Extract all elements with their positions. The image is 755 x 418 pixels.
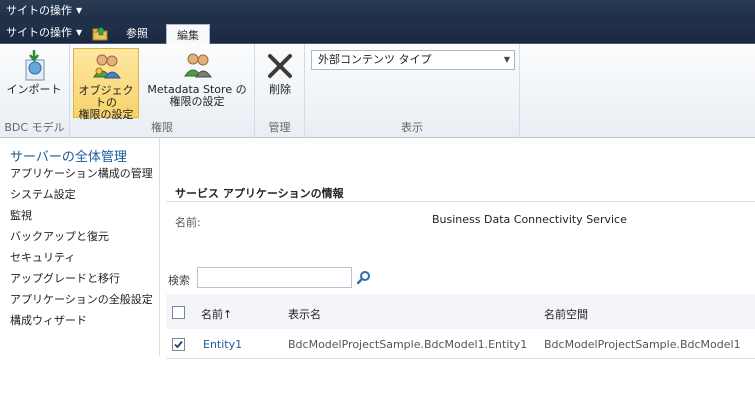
section-divider bbox=[166, 201, 755, 202]
quick-launch-list: アプリケーション構成の管理 システム設定 監視 バックアップと復元 セキュリティ… bbox=[10, 167, 153, 335]
view-dropdown-value: 外部コンテンツ タイプ bbox=[318, 53, 432, 66]
users-green-icon bbox=[184, 53, 212, 78]
delete-button[interactable]: 削除 bbox=[261, 48, 299, 118]
search-label: 検索 bbox=[168, 274, 190, 287]
quick-launch: サーバーの全体管理 アプリケーション構成の管理 システム設定 監視 バックアップ… bbox=[0, 138, 160, 356]
site-actions-menu[interactable]: サイトの操作 ▼ bbox=[6, 2, 82, 20]
site-actions-label: サイトの操作 bbox=[6, 4, 72, 17]
table-row[interactable]: Entity1 BdcModelProjectSample.BdcModel1.… bbox=[166, 329, 755, 359]
import-button[interactable]: インポート bbox=[4, 48, 64, 118]
main-content: サービス アプリケーションの情報 名前: Business Data Conne… bbox=[166, 138, 755, 418]
nav-item-system-settings[interactable]: システム設定 bbox=[10, 188, 153, 209]
nav-item-application-management[interactable]: アプリケーション構成の管理 bbox=[10, 167, 153, 188]
group-label-view: 表示 bbox=[401, 121, 423, 134]
column-name[interactable]: 名前↑ bbox=[201, 306, 232, 322]
search-input[interactable] bbox=[197, 267, 352, 288]
column-display-name[interactable]: 表示名 bbox=[288, 306, 321, 322]
nav-item-monitoring[interactable]: 監視 bbox=[10, 209, 153, 230]
table-header: 名前↑ 表示名 名前空間 bbox=[166, 294, 755, 329]
nav-item-security[interactable]: セキュリティ bbox=[10, 251, 153, 272]
ribbon: インポート BDC モデル オブジェクトの 権限の設定 Metadata Sto… bbox=[0, 44, 755, 138]
delete-x-icon bbox=[268, 54, 292, 78]
nav-item-backup-restore[interactable]: バックアップと復元 bbox=[10, 230, 153, 251]
row-checkbox[interactable] bbox=[172, 338, 185, 351]
chevron-down-icon: ▼ bbox=[76, 28, 83, 37]
site-actions-tab-label: サイトの操作 bbox=[6, 26, 72, 39]
users-key-icon bbox=[93, 54, 121, 79]
name-label: 名前: bbox=[175, 216, 201, 229]
select-all-checkbox[interactable] bbox=[172, 306, 185, 319]
site-actions-button[interactable]: サイトの操作 ▼ bbox=[6, 24, 82, 42]
nav-item-upgrade-migration[interactable]: アップグレードと移行 bbox=[10, 272, 153, 293]
set-object-permissions-button[interactable]: オブジェクトの 権限の設定 bbox=[73, 48, 139, 121]
view-dropdown[interactable]: 外部コンテンツ タイプ ▼ bbox=[311, 50, 515, 70]
group-manage: 削除 管理 bbox=[255, 44, 305, 138]
column-namespace[interactable]: 名前空間 bbox=[544, 306, 588, 322]
metadata-perm-line2: 権限の設定 bbox=[169, 95, 225, 108]
group-bdc-model: インポート BDC モデル bbox=[0, 44, 70, 138]
checkmark-icon bbox=[174, 340, 183, 349]
section-title: サービス アプリケーションの情報 bbox=[175, 187, 344, 200]
central-admin-link[interactable]: サーバーの全体管理 bbox=[10, 146, 127, 165]
group-label-bdc-model: BDC モデル bbox=[4, 121, 65, 134]
chevron-down-icon: ▼ bbox=[76, 6, 83, 15]
row-namespace: BdcModelProjectSample.BdcModel1 bbox=[544, 338, 741, 351]
top-bar: サイトの操作 ▼ bbox=[0, 0, 755, 23]
group-permissions: オブジェクトの 権限の設定 Metadata Store の 権限の設定 権限 bbox=[70, 44, 255, 138]
tab-browse[interactable]: 参照 bbox=[126, 25, 148, 43]
set-metadata-store-permissions-button[interactable]: Metadata Store の 権限の設定 bbox=[142, 48, 252, 118]
import-label: インポート bbox=[6, 83, 62, 96]
tab-edit[interactable]: 編集 bbox=[166, 24, 210, 45]
search-icon[interactable] bbox=[357, 270, 371, 284]
ribbon-tabs: サイトの操作 ▼ 参照 編集 bbox=[0, 23, 755, 45]
delete-label: 削除 bbox=[269, 83, 291, 96]
nav-item-general-settings[interactable]: アプリケーションの全般設定 bbox=[10, 293, 153, 314]
chevron-down-icon: ▼ bbox=[503, 55, 510, 64]
group-label-manage: 管理 bbox=[268, 121, 291, 134]
group-label-permissions: 権限 bbox=[151, 121, 173, 134]
object-perm-line1: オブジェクトの bbox=[78, 84, 134, 109]
row-display-name: BdcModelProjectSample.BdcModel1.Entity1 bbox=[288, 338, 528, 351]
name-value: Business Data Connectivity Service bbox=[432, 213, 627, 226]
navigate-up-icon[interactable] bbox=[92, 25, 110, 42]
nav-item-config-wizards[interactable]: 構成ウィザード bbox=[10, 314, 153, 335]
row-name-link[interactable]: Entity1 bbox=[203, 338, 242, 351]
import-icon bbox=[25, 50, 45, 81]
